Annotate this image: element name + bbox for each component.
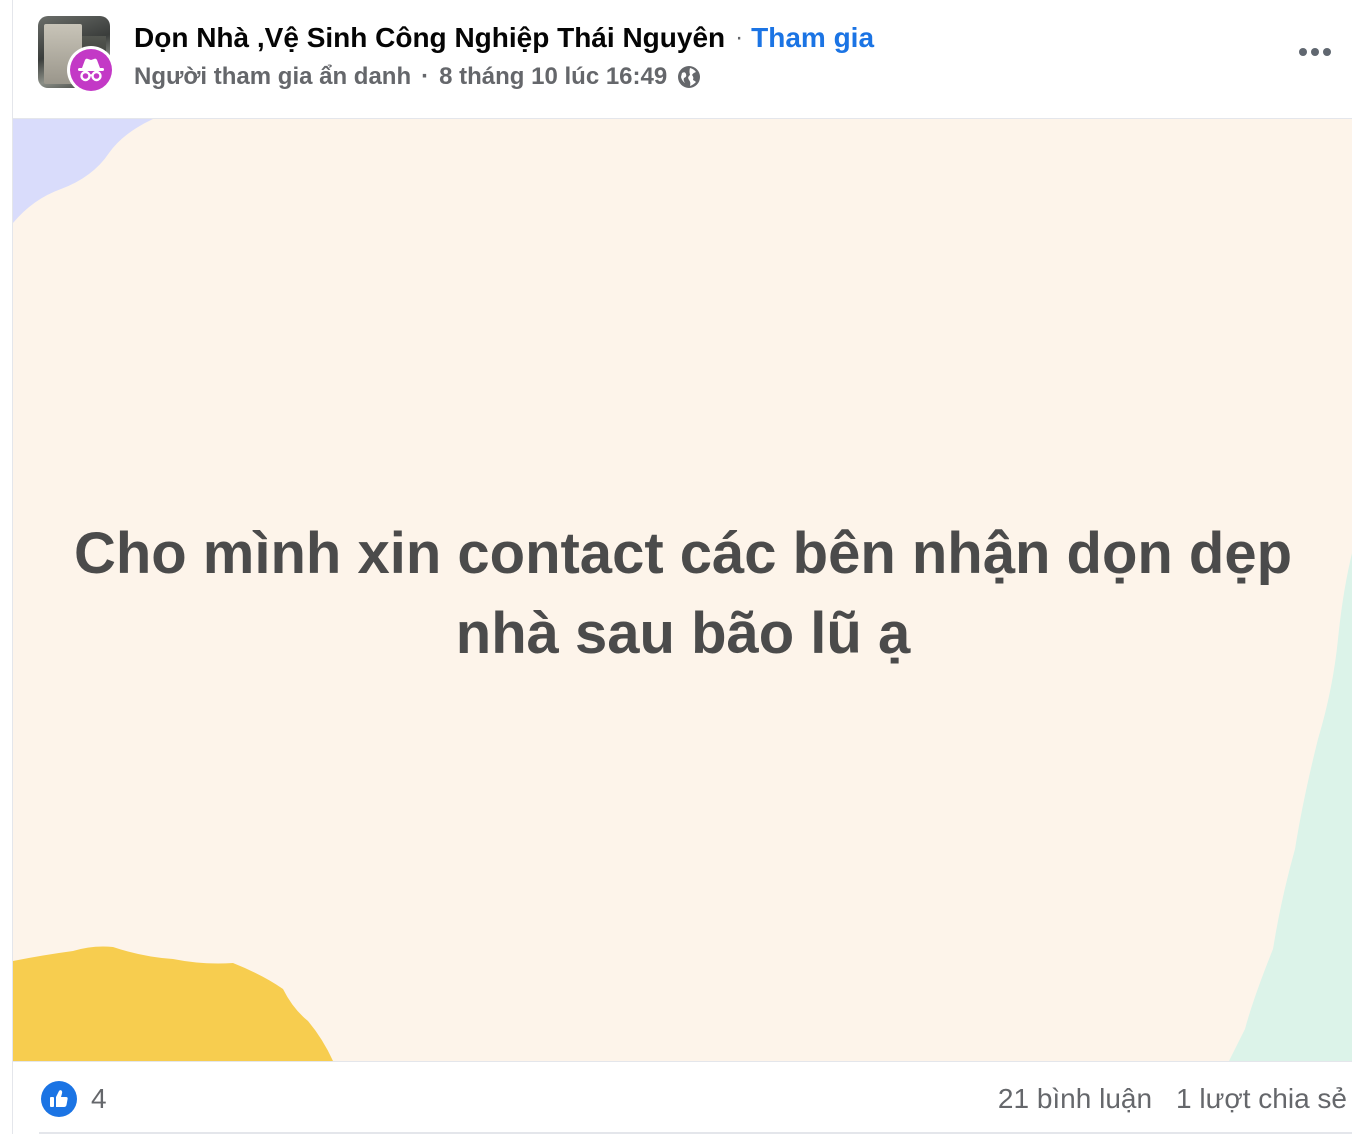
comments-count-link[interactable]: 21 bình luận	[998, 1083, 1152, 1115]
group-name-link[interactable]: Dọn Nhà ,Vệ Sinh Công Nghiệp Thái Nguyên	[134, 22, 725, 54]
post-meta: Người tham gia ẩn danh · 8 tháng 10 lúc …	[134, 60, 701, 94]
like-count: 4	[91, 1083, 107, 1114]
post-footer: 4 21 bình luận 1 lượt chia sẻ	[13, 1061, 1352, 1134]
purple-blob	[13, 119, 153, 223]
globe-icon	[677, 65, 701, 89]
post-card: Dọn Nhà ,Vệ Sinh Công Nghiệp Thái Nguyên…	[12, 0, 1352, 1134]
shares-count-link[interactable]: 1 lượt chia sẻ	[1176, 1083, 1347, 1115]
background-text-post: Cho mình xin contact các bên nhận dọn dẹ…	[13, 118, 1352, 1062]
post-stats: 21 bình luận 1 lượt chia sẻ	[998, 1079, 1347, 1119]
join-group-link[interactable]: Tham gia	[751, 22, 874, 54]
like-icon	[41, 1081, 77, 1117]
yellow-blob	[13, 946, 333, 1061]
reactions-summary[interactable]: 4	[41, 1079, 107, 1119]
title-row: Dọn Nhà ,Vệ Sinh Công Nghiệp Thái Nguyên…	[134, 18, 874, 58]
meta-separator: ·	[421, 63, 430, 90]
anonymous-avatar-badge	[70, 49, 112, 91]
post-header: Dọn Nhà ,Vệ Sinh Công Nghiệp Thái Nguyên…	[13, 0, 1352, 118]
post-timestamp[interactable]: 8 tháng 10 lúc 16:49	[439, 63, 667, 91]
post-text: Cho mình xin contact các bên nhận dọn dẹ…	[73, 521, 1293, 666]
more-options-button[interactable]	[1289, 30, 1341, 74]
author-name[interactable]: Người tham gia ẩn danh	[134, 63, 411, 91]
more-options-icon	[1299, 48, 1331, 56]
anonymous-avatar[interactable]	[67, 46, 115, 94]
title-separator: ·	[735, 24, 744, 51]
incognito-icon	[78, 58, 104, 82]
